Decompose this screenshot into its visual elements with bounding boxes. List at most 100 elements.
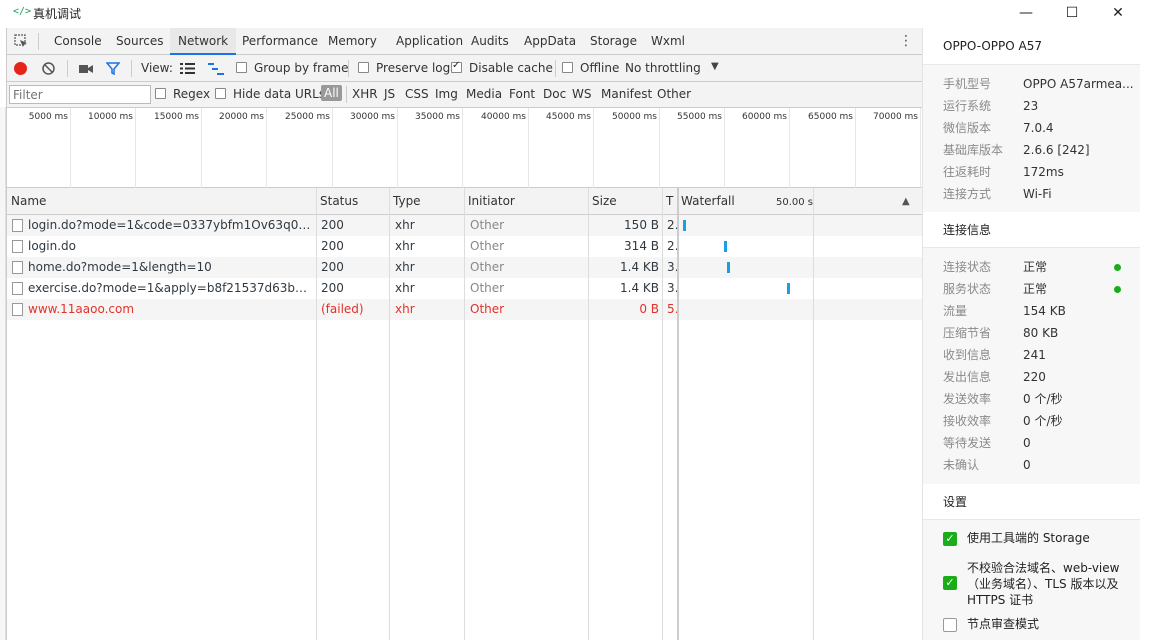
filter-type-css[interactable]: CSS xyxy=(405,87,429,101)
overview-tick-label: 65000 ms xyxy=(808,112,853,122)
info-key: 基础库版本 xyxy=(943,143,1004,157)
filter-type-js[interactable]: JS xyxy=(384,87,395,101)
cell-size: 1.4 KB xyxy=(620,281,659,295)
info-value: 0 xyxy=(1023,458,1031,472)
waterfall-divider[interactable] xyxy=(677,188,679,640)
info-key: 流量 xyxy=(943,304,968,318)
tab-wxml[interactable]: Wxml xyxy=(643,28,693,55)
toolbar-separator xyxy=(346,86,347,103)
maximize-button[interactable]: ☐ xyxy=(1049,0,1095,26)
tab-memory[interactable]: Memory xyxy=(320,28,385,55)
offline-checkbox[interactable] xyxy=(562,62,573,73)
disable-cache-label: Disable cache xyxy=(469,61,553,75)
network-overview-timeline[interactable]: 5000 ms 10000 ms 15000 ms 20000 ms 25000 ms 3… xyxy=(7,108,922,188)
tab-application[interactable]: Application xyxy=(388,28,471,55)
waterfall-label: Waterfall xyxy=(681,194,735,208)
filter-type-manifest[interactable]: Manifest xyxy=(601,87,652,101)
filter-type-font[interactable]: Font xyxy=(509,87,535,101)
cell-status: 200 xyxy=(321,260,344,274)
tab-network[interactable]: Network xyxy=(170,28,237,55)
preserve-log-checkbox[interactable] xyxy=(358,62,369,73)
filter-type-xhr[interactable]: XHR xyxy=(352,87,378,101)
setting-label[interactable]: 使用工具端的 Storage xyxy=(967,530,1127,546)
filter-icon[interactable] xyxy=(105,62,121,76)
column-divider xyxy=(389,188,390,640)
overview-tick-label: 40000 ms xyxy=(481,112,526,122)
document-icon xyxy=(12,240,23,253)
column-header-type[interactable]: Type xyxy=(389,188,464,215)
clear-icon[interactable] xyxy=(42,62,55,75)
setting-checkbox[interactable]: ✓ xyxy=(943,532,957,546)
filter-type-other[interactable]: Other xyxy=(657,87,691,101)
overview-tick-label: 70000 ms xyxy=(873,112,918,122)
cell-name: www.11aaoo.com xyxy=(28,302,135,316)
disable-cache-checkbox[interactable] xyxy=(451,60,462,73)
filter-type-all[interactable]: All xyxy=(321,85,342,101)
tab-console[interactable]: Console xyxy=(46,28,110,55)
column-header-status[interactable]: Status xyxy=(316,188,389,215)
throttling-dropdown-icon[interactable]: ▼ xyxy=(711,61,719,72)
app-logo-icon: </> xyxy=(13,6,32,17)
hide-data-urls-label: Hide data URLs xyxy=(233,87,326,101)
filter-type-doc[interactable]: Doc xyxy=(543,87,566,101)
tab-performance[interactable]: Performance xyxy=(234,28,326,55)
regex-checkbox[interactable] xyxy=(155,88,166,99)
overview-tick-label: 15000 ms xyxy=(154,112,199,122)
waterfall-bar xyxy=(727,262,730,273)
column-header-name[interactable]: Name xyxy=(7,188,316,215)
more-options-icon[interactable]: ⋮ xyxy=(899,33,913,49)
cell-name: exercise.do?mode=1&apply=b8f21537d63b47b… xyxy=(28,281,312,295)
info-value: 0 个/秒 xyxy=(1023,414,1063,428)
column-header-initiator[interactable]: Initiator xyxy=(464,188,588,215)
filter-type-media[interactable]: Media xyxy=(466,87,502,101)
info-key: 微信版本 xyxy=(943,121,992,135)
filter-type-img[interactable]: Img xyxy=(435,87,458,101)
setting-label[interactable]: 不校验合法域名、web-view（业务域名）、TLS 版本以及 HTTPS 证书 xyxy=(967,560,1127,608)
inspect-element-icon[interactable] xyxy=(14,34,28,48)
toolbar-separator xyxy=(38,33,39,50)
request-table: Name Status Type Initiator Size T Waterf… xyxy=(7,188,922,640)
waterfall-view-icon[interactable] xyxy=(208,63,224,75)
info-key: 手机型号 xyxy=(943,77,992,91)
cell-status: (failed) xyxy=(321,302,364,316)
info-value: 220 xyxy=(1023,370,1046,384)
toolbar-separator xyxy=(131,60,132,77)
cell-name: login.do?mode=1&code=0337ybfm1Ov63q0q2di… xyxy=(28,218,312,232)
tab-sources[interactable]: Sources xyxy=(108,28,171,55)
setting-checkbox[interactable] xyxy=(943,618,957,632)
column-header-size[interactable]: Size xyxy=(588,188,662,215)
toolbar-separator xyxy=(555,60,556,77)
tab-appdata[interactable]: AppData xyxy=(516,28,584,55)
column-header-time[interactable]: T xyxy=(662,188,677,215)
group-by-frame-label: Group by frame xyxy=(254,61,349,75)
info-value: 正常 xyxy=(1023,260,1048,274)
hide-data-urls-checkbox[interactable] xyxy=(215,88,226,99)
info-value: 7.0.4 xyxy=(1023,121,1054,135)
group-by-frame-checkbox[interactable] xyxy=(236,62,247,73)
right-edge-strip xyxy=(1140,28,1158,640)
cell-time: 33 xyxy=(667,260,677,274)
setting-checkbox[interactable]: ✓ xyxy=(943,576,957,590)
sort-ascending-icon[interactable]: ▲ xyxy=(902,188,910,214)
cell-type: xhr xyxy=(395,239,415,253)
record-icon[interactable] xyxy=(14,62,27,75)
filter-type-ws[interactable]: WS xyxy=(572,87,591,101)
devtools-panel: Console Sources Network Performance Memory Ap… xyxy=(6,28,922,640)
capture-screenshots-icon[interactable] xyxy=(79,63,93,74)
throttling-select[interactable]: No throttling xyxy=(625,61,701,75)
tab-storage[interactable]: Storage xyxy=(582,28,645,55)
preserve-log-label: Preserve log xyxy=(376,61,451,75)
status-ok-dot-icon xyxy=(1114,286,1121,293)
info-key: 连接方式 xyxy=(943,187,992,201)
overview-tick-label: 5000 ms xyxy=(28,112,68,122)
close-button[interactable]: ✕ xyxy=(1095,0,1141,26)
setting-label[interactable]: 节点审查模式 xyxy=(967,616,1127,632)
minimize-button[interactable]: — xyxy=(1003,0,1049,26)
tab-audits[interactable]: Audits xyxy=(463,28,517,55)
large-rows-icon[interactable] xyxy=(180,63,195,74)
cell-name: home.do?mode=1&length=10 xyxy=(28,260,212,274)
overview-tick-label: 10000 ms xyxy=(88,112,133,122)
filter-input[interactable] xyxy=(9,85,151,104)
cell-initiator: Other xyxy=(470,218,505,232)
column-header-waterfall[interactable]: Waterfall 50.00 s ▲ xyxy=(677,188,922,215)
